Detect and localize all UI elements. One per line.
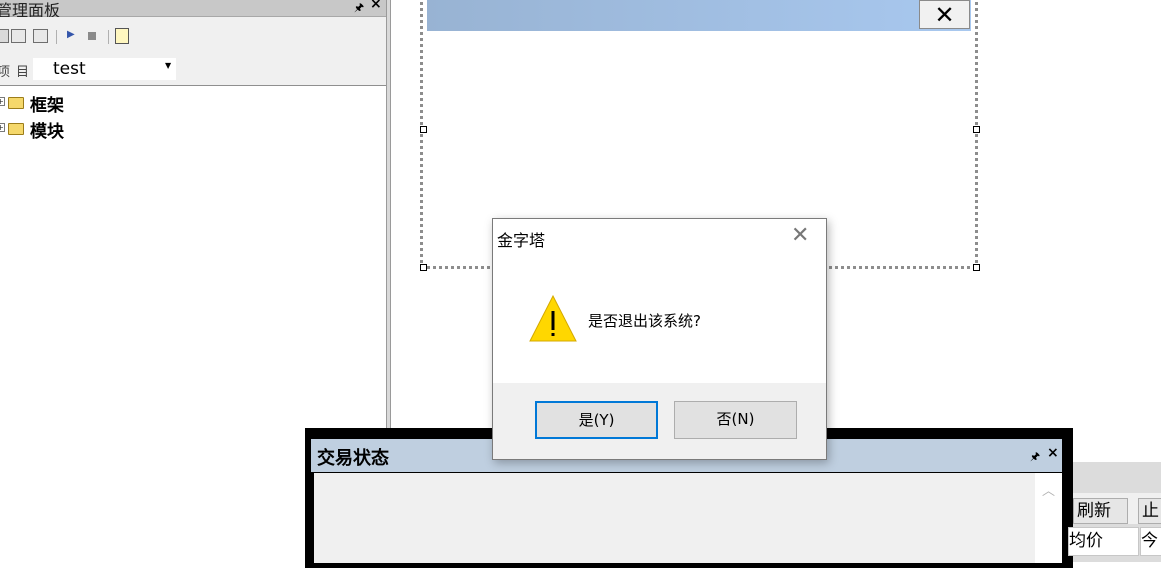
pin-icon[interactable]: 🖈 bbox=[354, 0, 364, 18]
stop-button[interactable]: 止 bbox=[1138, 498, 1161, 524]
project-select[interactable]: test ▼ bbox=[33, 58, 176, 80]
warning-icon bbox=[529, 294, 577, 342]
close-icon[interactable]: × bbox=[1047, 445, 1059, 461]
folder-icon bbox=[8, 123, 24, 135]
dialog-message: 是否退出该系统? bbox=[588, 312, 701, 330]
confirm-dialog: 金字塔 ✕ 是否退出该系统? 是(Y) 否(N) bbox=[492, 218, 827, 460]
chevron-up-icon[interactable]: ︿ bbox=[1042, 480, 1055, 499]
toolbar-separator bbox=[108, 30, 109, 44]
close-icon[interactable]: ✕ bbox=[791, 225, 809, 247]
resize-handle[interactable] bbox=[420, 264, 427, 271]
panel-titlebar: 管理面板 🖈 × bbox=[0, 0, 387, 20]
project-selector-row: 项目 test ▼ bbox=[0, 57, 387, 86]
new-icon[interactable] bbox=[0, 29, 9, 43]
properties-icon[interactable] bbox=[115, 28, 129, 44]
chevron-down-icon[interactable]: ▼ bbox=[165, 61, 171, 70]
resize-handle[interactable] bbox=[973, 264, 980, 271]
close-icon[interactable]: × bbox=[370, 0, 382, 12]
tree-item-label: 框架 bbox=[30, 96, 64, 116]
pin-icon[interactable]: 🖈 bbox=[1030, 448, 1040, 467]
trade-status-title: 交易状态 bbox=[317, 448, 389, 469]
folder-icon bbox=[8, 97, 24, 109]
stop-icon[interactable] bbox=[88, 32, 96, 40]
close-icon[interactable]: ✕ bbox=[919, 0, 970, 29]
refresh-button[interactable]: 刷新 bbox=[1073, 498, 1128, 524]
expand-icon[interactable]: + bbox=[0, 123, 5, 132]
column-header[interactable]: 均价 bbox=[1068, 527, 1139, 556]
project-label: 项目 bbox=[0, 65, 36, 80]
yes-button[interactable]: 是(Y) bbox=[535, 401, 658, 439]
project-select-value: test bbox=[53, 59, 86, 79]
dialog-title: 金字塔 bbox=[497, 231, 546, 250]
run-icon[interactable]: ▶ bbox=[67, 29, 75, 40]
no-button[interactable]: 否(N) bbox=[674, 401, 797, 439]
print-icon[interactable] bbox=[33, 29, 48, 43]
toolbar-separator bbox=[56, 30, 57, 44]
expand-icon[interactable]: + bbox=[0, 97, 5, 106]
column-header[interactable]: 今 bbox=[1140, 527, 1161, 556]
resize-handle[interactable] bbox=[420, 126, 427, 133]
resize-handle[interactable] bbox=[973, 126, 980, 133]
panel-toolbar: ▶ bbox=[0, 17, 387, 57]
designer-form-titlebar bbox=[427, 0, 971, 31]
layout-icon[interactable] bbox=[11, 29, 26, 43]
tree-item-label: 模块 bbox=[30, 122, 64, 142]
trade-status-body bbox=[314, 473, 1062, 563]
